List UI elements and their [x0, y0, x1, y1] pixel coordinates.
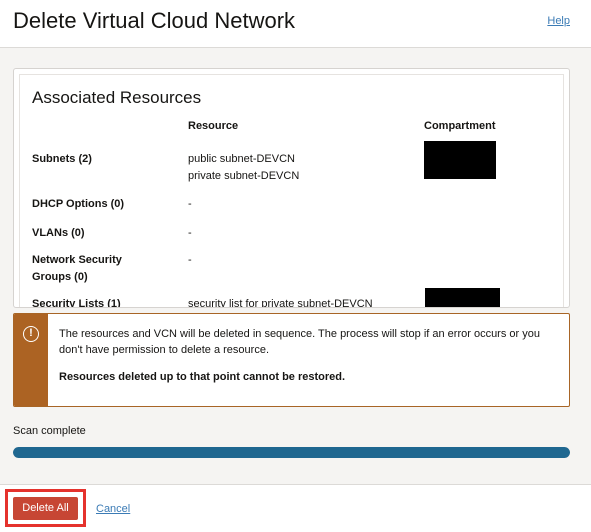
- dhcp-options-label: DHCP Options (0): [32, 198, 125, 210]
- page-title: Delete Virtual Cloud Network: [13, 8, 296, 33]
- dialog-footer: Delete All Cancel: [0, 484, 591, 532]
- subnet-value: private subnet-DEVCN: [188, 170, 300, 182]
- dialog-header: Delete Virtual Cloud Network Help: [0, 0, 591, 48]
- subnet-value: public subnet-DEVCN: [188, 153, 295, 165]
- alert-circle-icon: !: [23, 326, 39, 342]
- security-lists-label: Security Lists (1): [32, 298, 121, 307]
- subnets-label: Subnets (2): [32, 153, 92, 165]
- cancel-link[interactable]: Cancel: [96, 503, 130, 515]
- associated-resources-panel[interactable]: Associated Resources Resource Compartmen…: [13, 68, 570, 308]
- warning-bold-message: Resources deleted up to that point canno…: [59, 371, 346, 383]
- resource-column-header: Resource: [188, 120, 239, 132]
- redacted-compartment: [425, 288, 500, 307]
- help-link[interactable]: Help: [547, 15, 570, 27]
- nsg-label: Network Security Groups (0): [32, 254, 122, 283]
- security-list-value: security list for private subnet-DEVCN: [188, 298, 373, 307]
- scan-progress-fill: [13, 447, 570, 458]
- warning-banner: ! The resources and VCN will be deleted …: [13, 313, 570, 407]
- warning-message: The resources and VCN will be deleted in…: [59, 328, 540, 356]
- associated-resources-title: Associated Resources: [32, 88, 202, 107]
- nsg-value: -: [188, 254, 192, 266]
- compartment-column-header: Compartment: [424, 120, 496, 132]
- vlans-value: -: [188, 227, 192, 239]
- warning-strip: !: [14, 314, 48, 406]
- associated-resources-scroll-area[interactable]: Associated Resources Resource Compartmen…: [19, 74, 564, 307]
- scan-status-label: Scan complete: [13, 425, 86, 437]
- redacted-compartment: [424, 141, 496, 179]
- dhcp-options-value: -: [188, 198, 192, 210]
- scan-progress-bar: [13, 447, 570, 458]
- vlans-label: VLANs (0): [32, 227, 85, 239]
- delete-all-button[interactable]: Delete All: [13, 497, 78, 520]
